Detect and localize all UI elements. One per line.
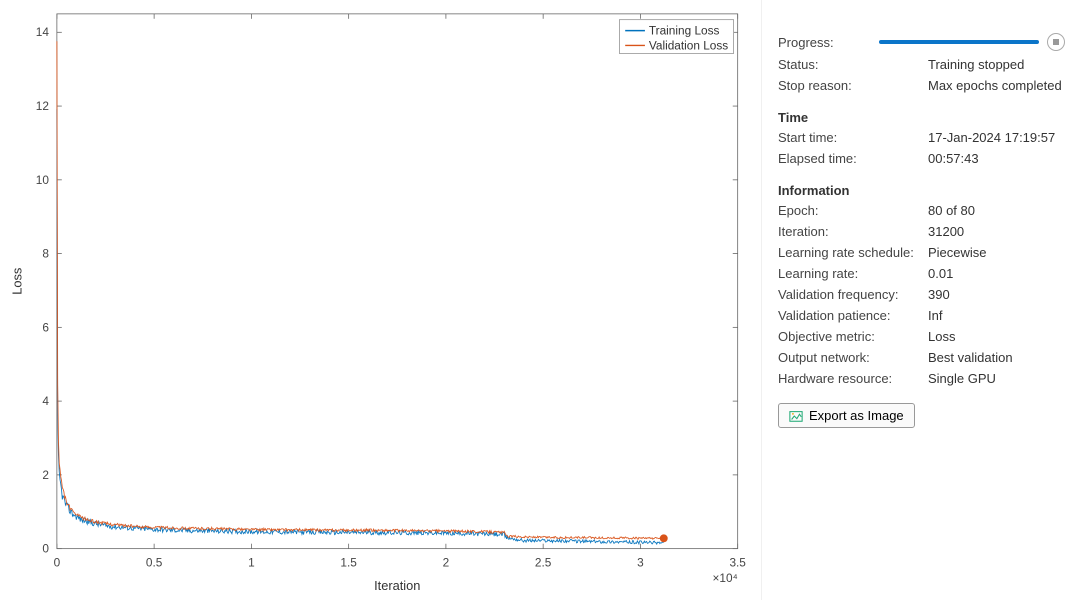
- start-time-value: 17-Jan-2024 17:19:57: [928, 130, 1065, 145]
- hw-label: Hardware resource:: [778, 371, 928, 386]
- val-freq-label: Validation frequency:: [778, 287, 928, 302]
- svg-text:Validation Loss: Validation Loss: [649, 38, 728, 52]
- lr-schedule-row: Learning rate schedule: Piecewise: [778, 242, 1065, 263]
- export-icon: [789, 409, 803, 423]
- export-as-image-button[interactable]: Export as Image: [778, 403, 915, 428]
- epoch-row: Epoch: 80 of 80: [778, 200, 1065, 221]
- info-panel: Progress: Status: Training stopped Stop …: [761, 0, 1081, 600]
- stop-reason-label: Stop reason:: [778, 78, 928, 93]
- chart-pane: 0 2 4 6 8 10 12 14 0 0.5 1 1.5 2 2.5 3 3.5 ×10⁴ Iteration…: [0, 0, 761, 600]
- svg-text:×10⁴: ×10⁴: [713, 571, 738, 585]
- iteration-label: Iteration:: [778, 224, 928, 239]
- elapsed-time-label: Elapsed time:: [778, 151, 928, 166]
- out-net-row: Output network: Best validation: [778, 347, 1065, 368]
- svg-text:2.5: 2.5: [535, 555, 552, 569]
- loss-chart: 0 2 4 6 8 10 12 14 0 0.5 1 1.5 2 2.5 3 3.5 ×10⁴ Iteration…: [2, 4, 759, 596]
- elapsed-time-value: 00:57:43: [928, 151, 1065, 166]
- status-value: Training stopped: [928, 57, 1065, 72]
- progress-label: Progress:: [778, 35, 879, 50]
- obj-metric-label: Objective metric:: [778, 329, 928, 344]
- val-patience-value: Inf: [928, 308, 1065, 323]
- svg-text:14: 14: [36, 25, 50, 39]
- epoch-label: Epoch:: [778, 203, 928, 218]
- status-row: Status: Training stopped: [778, 54, 1065, 75]
- svg-text:3: 3: [637, 555, 644, 569]
- svg-text:2: 2: [443, 555, 450, 569]
- obj-metric-value: Loss: [928, 329, 1065, 344]
- progress-bar: [879, 40, 1039, 44]
- svg-text:Loss: Loss: [9, 268, 24, 295]
- val-freq-row: Validation frequency: 390: [778, 284, 1065, 305]
- lr-value: 0.01: [928, 266, 1065, 281]
- svg-text:10: 10: [36, 173, 50, 187]
- svg-text:4: 4: [42, 394, 49, 408]
- stop-button[interactable]: [1047, 33, 1065, 51]
- lr-schedule-label: Learning rate schedule:: [778, 245, 928, 260]
- elapsed-time-row: Elapsed time: 00:57:43: [778, 148, 1065, 169]
- lr-label: Learning rate:: [778, 266, 928, 281]
- svg-text:8: 8: [42, 247, 49, 261]
- val-patience-row: Validation patience: Inf: [778, 305, 1065, 326]
- out-net-label: Output network:: [778, 350, 928, 365]
- app-container: 0 2 4 6 8 10 12 14 0 0.5 1 1.5 2 2.5 3 3.5 ×10⁴ Iteration…: [0, 0, 1081, 600]
- obj-metric-row: Objective metric: Loss: [778, 326, 1065, 347]
- export-button-label: Export as Image: [809, 408, 904, 423]
- hw-value: Single GPU: [928, 371, 1065, 386]
- lr-schedule-value: Piecewise: [928, 245, 1065, 260]
- svg-text:Iteration: Iteration: [374, 578, 420, 593]
- svg-text:6: 6: [42, 320, 49, 334]
- iteration-value: 31200: [928, 224, 1065, 239]
- stop-reason-row: Stop reason: Max epochs completed: [778, 75, 1065, 96]
- svg-text:12: 12: [36, 99, 49, 113]
- hw-row: Hardware resource: Single GPU: [778, 368, 1065, 389]
- svg-text:Training Loss: Training Loss: [649, 24, 720, 38]
- progress-row: Progress:: [778, 30, 1065, 54]
- info-section-header: Information: [778, 169, 1065, 200]
- svg-text:2: 2: [42, 468, 49, 482]
- svg-text:0.5: 0.5: [146, 555, 163, 569]
- svg-text:0: 0: [54, 555, 61, 569]
- status-label: Status:: [778, 57, 928, 72]
- time-section-header: Time: [778, 96, 1065, 127]
- start-time-label: Start time:: [778, 130, 928, 145]
- val-freq-value: 390: [928, 287, 1065, 302]
- svg-text:1.5: 1.5: [340, 555, 357, 569]
- lr-row: Learning rate: 0.01: [778, 263, 1065, 284]
- epoch-value: 80 of 80: [928, 203, 1065, 218]
- svg-text:3.5: 3.5: [729, 555, 746, 569]
- out-net-value: Best validation: [928, 350, 1065, 365]
- start-time-row: Start time: 17-Jan-2024 17:19:57: [778, 127, 1065, 148]
- iteration-row: Iteration: 31200: [778, 221, 1065, 242]
- val-patience-label: Validation patience:: [778, 308, 928, 323]
- svg-text:0: 0: [42, 542, 49, 556]
- svg-text:1: 1: [248, 555, 255, 569]
- stop-reason-value: Max epochs completed: [928, 78, 1065, 93]
